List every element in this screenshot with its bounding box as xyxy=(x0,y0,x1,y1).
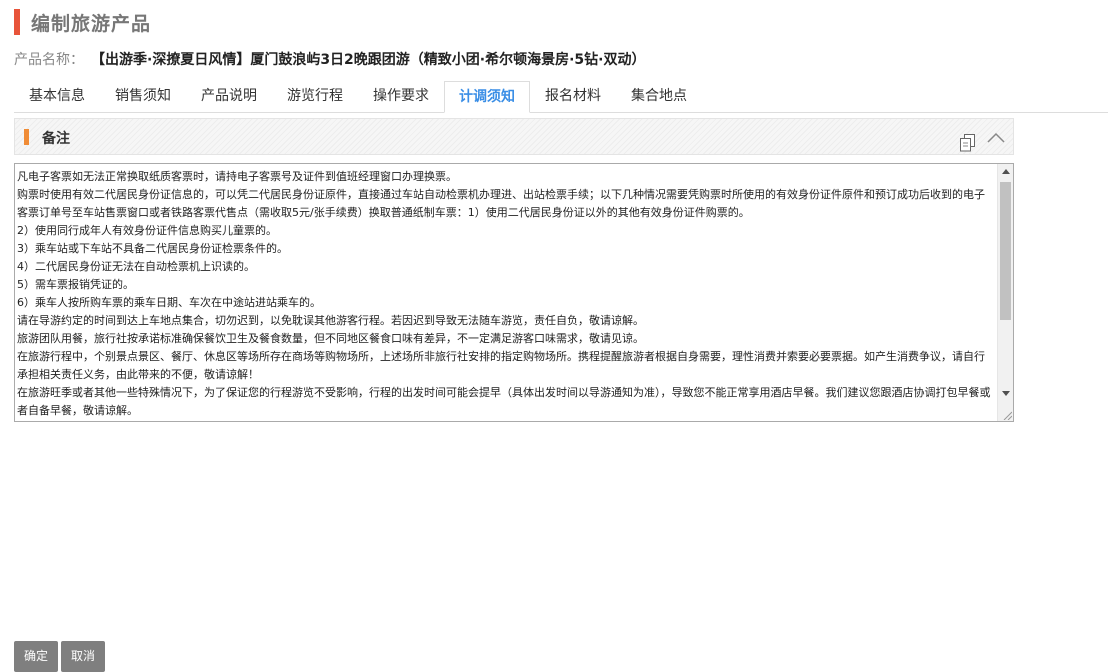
remarks-text: 凡电子客票如无法正常换取纸质客票时，请持电子客票号及证件到值班经理窗口办理换票。… xyxy=(17,168,995,420)
note-line: 2）使用同行成年人有效身份证件信息购买儿童票的。 xyxy=(17,224,277,237)
tab-registration-materials[interactable]: 报名材料 xyxy=(530,81,616,112)
scrollbar-thumb[interactable] xyxy=(1000,182,1011,320)
tab-operation-requirements[interactable]: 操作要求 xyxy=(358,81,444,112)
product-name-row: 产品名称： 【出游季·深撩夏日风情】厦门鼓浪屿3日2晚跟团游（精致小团·希尔顿海景… xyxy=(14,49,646,69)
tab-sales-notice[interactable]: 销售须知 xyxy=(100,81,186,112)
section-accent-bar xyxy=(24,129,29,145)
chevron-up-icon[interactable] xyxy=(987,132,1005,144)
tab-basic-info[interactable]: 基本信息 xyxy=(14,81,100,112)
note-line: 请在导游约定的时间到达上车地点集合，切勿迟到，以免耽误其他游客行程。若因迟到导致… xyxy=(17,314,644,327)
tab-itinerary[interactable]: 游览行程 xyxy=(272,81,358,112)
note-line: 在旅游旺季或者其他一些特殊情况下，为了保证您的行程游览不受影响，行程的出发时间可… xyxy=(17,386,991,417)
note-line: 凡电子客票如无法正常换取纸质客票时，请持电子客票号及证件到值班经理窗口办理换票。 xyxy=(17,170,457,183)
tab-meeting-point[interactable]: 集合地点 xyxy=(616,81,702,112)
product-name-value: 【出游季·深撩夏日风情】厦门鼓浪屿3日2晚跟团游（精致小团·希尔顿海景房·5钻·… xyxy=(98,52,646,68)
tab-product-description[interactable]: 产品说明 xyxy=(186,81,272,112)
product-name-label: 产品名称： xyxy=(14,52,84,68)
remarks-textarea[interactable]: 凡电子客票如无法正常换取纸质客票时，请持电子客票号及证件到值班经理窗口办理换票。… xyxy=(14,163,1014,422)
note-line: 在旅游行程中，个别景点景区、餐厅、休息区等场所存在商场等购物场所，上述场所非旅行… xyxy=(17,350,985,381)
note-line: 3）乘车站或下车站不具备二代居民身份证检票条件的。 xyxy=(17,242,288,255)
tab-operator-notice[interactable]: 计调须知 xyxy=(444,81,530,113)
page-header: 编制旅游产品 xyxy=(14,9,151,35)
note-line: 6）乘车人按所购车票的乘车日期、车次在中途站进站乘车的。 xyxy=(17,296,321,309)
note-line: 4）二代居民身份证无法在自动检票机上识读的。 xyxy=(17,260,255,273)
copy-icon[interactable] xyxy=(960,134,976,152)
scroll-up-arrow-icon[interactable] xyxy=(1002,169,1010,174)
note-line: 旅游团队用餐，旅行社按承诺标准确保餐饮卫生及餐食数量，但不同地区餐食口味有差异，… xyxy=(17,332,644,345)
tab-bar: 基本信息 销售须知 产品说明 游览行程 操作要求 计调须知 报名材料 集合地点 xyxy=(14,81,1108,113)
cancel-button[interactable]: 取消 xyxy=(61,641,105,672)
vertical-scrollbar[interactable] xyxy=(997,164,1013,421)
remarks-section-header: 备注 xyxy=(14,118,1014,155)
note-line: 购票时使用有效二代居民身份证信息的，可以凭二代居民身份证原件，直接通过车站自动检… xyxy=(17,188,985,219)
resize-grip-icon[interactable] xyxy=(1002,410,1012,420)
note-line: 5）需车票报销凭证的。 xyxy=(17,278,134,291)
page-title: 编制旅游产品 xyxy=(31,12,152,35)
section-title: 备注 xyxy=(42,131,70,147)
title-accent-bar xyxy=(14,9,20,35)
confirm-button[interactable]: 确定 xyxy=(14,641,58,672)
scroll-down-arrow-icon[interactable] xyxy=(1002,391,1010,396)
